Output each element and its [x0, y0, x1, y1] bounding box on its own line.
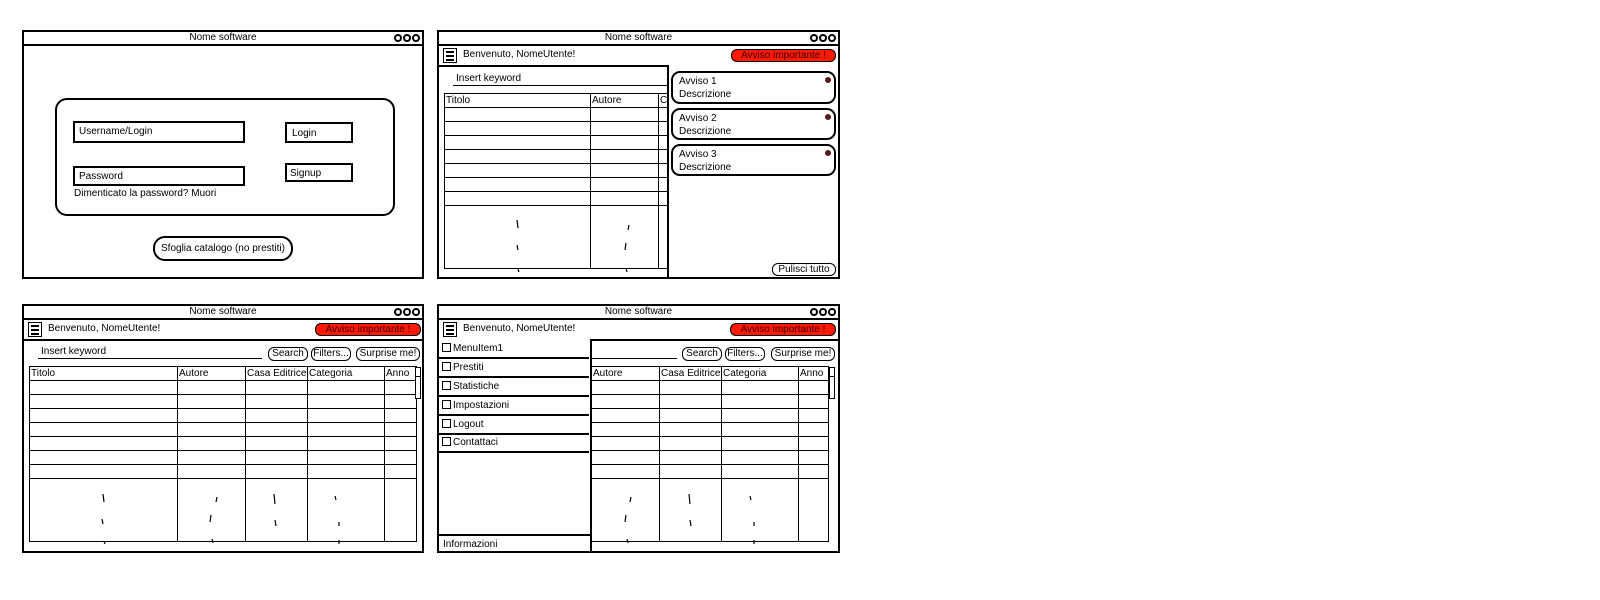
unread-dot-icon — [825, 114, 831, 120]
login-window: Nome software Username/Login Password Di… — [22, 30, 424, 279]
login-button-label: Login — [292, 128, 317, 139]
unread-dot-icon — [825, 77, 831, 83]
close-icon[interactable] — [412, 34, 420, 42]
clear-all-label: Pulisci tutto — [778, 264, 830, 275]
notifications-window: Nome software Benvenuto, NomeUtente! Avv… — [437, 30, 840, 279]
menu-item-label: Impostazioni — [453, 400, 510, 411]
menu-item-label: Logout — [453, 419, 484, 430]
login-button[interactable]: Login — [285, 122, 353, 143]
checkbox-icon[interactable] — [442, 400, 451, 409]
menu-footer-informazioni[interactable]: Informazioni — [443, 539, 497, 550]
notification-title: Avviso 3 — [679, 149, 717, 160]
maximize-icon[interactable] — [403, 34, 411, 42]
menu-item-statistiche[interactable]: Statistiche — [439, 379, 589, 397]
checkbox-icon[interactable] — [442, 437, 451, 446]
password-field[interactable]: Password — [73, 166, 245, 186]
notification-title: Avviso 2 — [679, 113, 717, 124]
notification-card[interactable]: Avviso 2 Descrizione — [671, 108, 836, 140]
menu-item-menuitem1[interactable]: MenuItem1 — [439, 341, 589, 359]
notification-card[interactable]: Avviso 1 Descrizione — [671, 71, 836, 104]
menu-item-impostazioni[interactable]: Impostazioni — [439, 398, 589, 416]
username-placeholder: Username/Login — [79, 126, 153, 137]
menu-item-label: Statistiche — [453, 381, 500, 392]
catalog-window: Nome software Benvenuto, NomeUtente! Avv… — [22, 304, 424, 553]
menu-item-label: Prestiti — [453, 362, 484, 373]
signup-button[interactable]: Signup — [285, 163, 353, 182]
menu-window: Nome software Benvenuto, NomeUtente! Avv… — [437, 304, 840, 553]
title-bar: Nome software — [24, 32, 422, 46]
browse-catalog-label: Sfoglia catalogo (no prestiti) — [161, 243, 285, 254]
app-title: Nome software — [189, 32, 257, 43]
checkbox-icon[interactable] — [442, 343, 451, 352]
checkbox-icon[interactable] — [442, 362, 451, 371]
menu-footer-divider — [439, 534, 590, 536]
notification-description: Descrizione — [679, 89, 732, 100]
notification-card[interactable]: Avviso 3 Descrizione — [671, 144, 836, 176]
menu-item-contattaci[interactable]: Contattaci — [439, 435, 589, 453]
checkbox-icon[interactable] — [442, 419, 451, 428]
notification-description: Descrizione — [679, 162, 732, 173]
side-menu: MenuItem1 Prestiti Statistiche Impostazi… — [439, 339, 592, 551]
minimize-icon[interactable] — [394, 34, 402, 42]
unread-dot-icon — [825, 150, 831, 156]
menu-item-label: MenuItem1 — [453, 343, 504, 354]
forgot-password-link[interactable]: Dimenticato la password? Muori — [74, 188, 216, 199]
checkbox-icon[interactable] — [442, 381, 451, 390]
menu-item-prestiti[interactable]: Prestiti — [439, 360, 589, 378]
notification-title: Avviso 1 — [679, 76, 717, 87]
menu-item-label: Contattaci — [453, 437, 499, 448]
window-controls — [394, 32, 420, 44]
browse-catalog-button[interactable]: Sfoglia catalogo (no prestiti) — [153, 236, 293, 261]
continuation-marks — [101, 493, 340, 545]
username-field[interactable]: Username/Login — [73, 121, 245, 143]
notification-description: Descrizione — [679, 126, 732, 137]
clear-all-button[interactable]: Pulisci tutto — [772, 263, 836, 276]
password-placeholder: Password — [79, 171, 123, 182]
menu-item-logout[interactable]: Logout — [439, 417, 589, 435]
signup-button-label: Signup — [290, 168, 322, 179]
